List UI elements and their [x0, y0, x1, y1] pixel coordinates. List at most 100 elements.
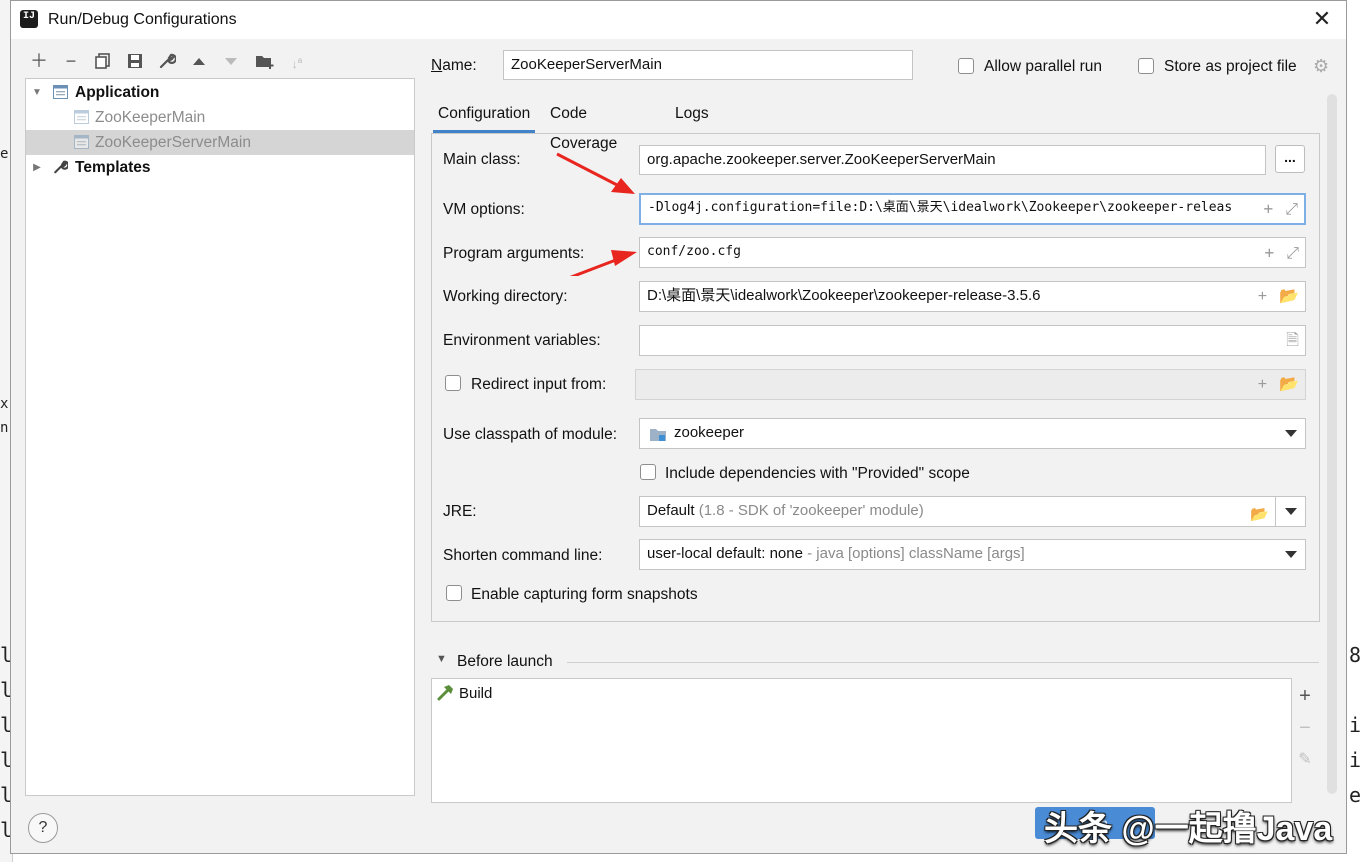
expand-icon[interactable]: ⤢ — [1286, 239, 1299, 267]
scrollbar-thumb[interactable] — [1327, 94, 1337, 794]
env-vars-label: Environment variables: — [443, 332, 601, 349]
background-text: i — [1349, 713, 1361, 737]
redirect-input-checkbox[interactable] — [445, 375, 461, 391]
add-icon[interactable]: + — [1264, 196, 1274, 222]
include-deps-label: Include dependencies with "Provided" sco… — [665, 465, 970, 482]
background-text: e — [1349, 783, 1361, 807]
arrow-head — [611, 250, 637, 266]
allow-parallel-checkbox[interactable] — [958, 58, 974, 74]
classpath-value: zookeeper — [674, 424, 745, 441]
working-dir-field[interactable]: D:\桌面\景天\idealwork\Zookeeper\zookeeper-r… — [639, 281, 1306, 312]
main-class-label: Main class: — [443, 151, 521, 168]
jre-label: JRE: — [443, 503, 477, 520]
application-icon — [53, 85, 68, 99]
folder-add-icon[interactable] — [253, 49, 277, 73]
redirect-input-actions: + 📂 — [1251, 370, 1299, 399]
chevron-down-icon[interactable] — [1285, 508, 1297, 515]
working-dir-actions: + 📂 — [1251, 282, 1299, 311]
list-item[interactable]: Build — [432, 679, 1291, 707]
add-task-button[interactable]: + — [1294, 685, 1316, 707]
divider — [1275, 497, 1276, 526]
shorten-label: Shorten command line: — [443, 547, 603, 564]
tree-item-label: ZooKeeperMain — [95, 109, 206, 126]
vm-options-actions: + ⤢ — [1257, 195, 1298, 223]
move-down-icon[interactable] — [219, 49, 243, 73]
tree-item-label: Templates — [75, 159, 151, 176]
collapse-arrow-icon[interactable]: ▶ — [30, 155, 44, 180]
tab-logs[interactable]: Logs — [670, 99, 714, 133]
folder-icon[interactable]: 📂 — [1279, 283, 1299, 311]
add-icon[interactable]: + — [1258, 371, 1267, 399]
redirect-input-field[interactable]: + 📂 — [635, 369, 1306, 400]
arrow-to-vm-options — [556, 152, 620, 188]
chevron-down-icon — [1285, 430, 1297, 437]
tree-item-zookeepermain[interactable]: ZooKeeperMain — [26, 105, 414, 130]
background-text: n — [0, 420, 9, 436]
folder-icon[interactable]: 📂 — [1250, 501, 1269, 526]
main-class-field[interactable]: org.apache.zookeeper.server.ZooKeeperSer… — [639, 145, 1266, 175]
tree-item-templates[interactable]: ▶ Templates — [26, 155, 414, 180]
application-config-icon — [74, 135, 89, 149]
before-launch-label[interactable]: Before launch — [457, 653, 553, 671]
gear-icon[interactable]: ⚙ — [1313, 56, 1333, 76]
application-config-icon — [74, 110, 89, 124]
add-icon[interactable]: + — [1258, 283, 1267, 311]
vm-options-label: VM options: — [443, 201, 525, 218]
include-deps-checkbox[interactable] — [640, 464, 656, 480]
add-icon[interactable]: + — [1265, 239, 1275, 267]
remove-task-button[interactable]: − — [1294, 717, 1316, 739]
expand-arrow-icon[interactable]: ▼ — [30, 80, 44, 105]
program-args-field[interactable]: conf/zoo.cfg + ⤢ — [639, 237, 1306, 268]
tab-configuration[interactable]: Configuration — [433, 99, 536, 133]
list-item-label: Build — [459, 685, 493, 702]
browse-main-class-button[interactable]: ... — [1275, 145, 1305, 173]
watermark: 头条 @一起撸Java — [1044, 810, 1333, 848]
edit-task-button[interactable]: ✎ — [1294, 749, 1316, 771]
before-launch-list: Build — [431, 678, 1292, 803]
expand-icon[interactable]: ⤢ — [1285, 196, 1298, 222]
tab-code-coverage[interactable]: Code Coverage — [545, 99, 622, 152]
store-project-checkbox[interactable] — [1138, 58, 1154, 74]
folder-icon[interactable]: 📂 — [1279, 371, 1299, 399]
tree-item-label: ZooKeeperServerMain — [95, 134, 251, 151]
sort-icon[interactable]: ↓a — [285, 49, 309, 73]
shorten-dropdown[interactable]: user-local default: none - java [options… — [639, 539, 1306, 570]
window-title: Run/Debug Configurations — [48, 11, 237, 28]
add-icon[interactable]: ＋ — [27, 49, 51, 73]
tree-item-zookeeperservermain[interactable]: ZooKeeperServerMain — [26, 130, 414, 155]
arrow-to-program-args — [569, 256, 622, 276]
tree-item-application[interactable]: ▼ Application — [26, 80, 414, 105]
store-project-label: Store as project file — [1164, 58, 1297, 75]
env-vars-field[interactable]: 🗎 — [639, 325, 1306, 356]
jre-field[interactable]: Default (1.8 - SDK of 'zookeeper' module… — [639, 496, 1306, 527]
move-up-icon[interactable] — [187, 49, 211, 73]
tree-item-label: Application — [75, 84, 160, 101]
intellij-logo-icon: IJ — [18, 8, 40, 30]
collapse-arrow-icon[interactable]: ▼ — [436, 653, 447, 665]
allow-parallel-label: Allow parallel run — [984, 58, 1103, 75]
configurations-tree: ▼ Application ZooKeeperMain ZooKeeperSer… — [25, 78, 415, 796]
working-dir-label: Working directory: — [443, 288, 568, 305]
vertical-scrollbar[interactable] — [1325, 94, 1339, 794]
background-text: e — [0, 146, 9, 162]
save-icon[interactable] — [123, 49, 147, 73]
help-button[interactable]: ? — [28, 813, 58, 843]
background-text: i — [1349, 748, 1361, 772]
vm-options-field[interactable]: -Dlog4j.configuration=file:D:\桌面\景天\idea… — [639, 193, 1306, 225]
snapshots-checkbox[interactable] — [446, 585, 462, 601]
close-button[interactable]: ✕ — [1310, 8, 1334, 32]
classpath-dropdown[interactable]: zookeeper — [639, 418, 1306, 449]
remove-icon[interactable]: − — [59, 49, 83, 73]
classpath-label: Use classpath of module: — [443, 426, 618, 443]
title-bar: IJ Run/Debug Configurations ✕ — [11, 1, 1346, 39]
working-dir-value: D:\桌面\景天\idealwork\Zookeeper\zookeeper-r… — [647, 287, 1041, 304]
program-args-actions: + ⤢ — [1258, 238, 1299, 267]
snapshots-label: Enable capturing form snapshots — [471, 586, 698, 603]
background-text: x — [0, 396, 9, 412]
wrench-icon[interactable] — [155, 49, 179, 73]
section-divider — [567, 662, 1319, 663]
name-field[interactable]: ZooKeeperServerMain — [503, 50, 913, 80]
jre-value: Default — [647, 502, 695, 519]
document-icon[interactable]: 🗎 — [1286, 327, 1299, 355]
copy-icon[interactable] — [91, 49, 115, 73]
